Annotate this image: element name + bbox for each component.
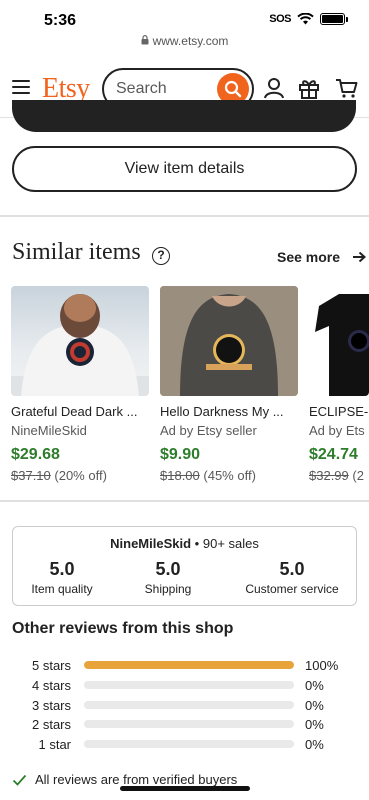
stat-value: 5.0 [49, 559, 75, 579]
gift-icon[interactable] [297, 76, 321, 100]
item-shop: Ad by Etsy seller [160, 423, 257, 438]
rating-label: 5 stars [31, 658, 71, 673]
wifi-icon [297, 13, 314, 25]
product-image[interactable] [11, 286, 149, 396]
shop-sales: 90+ sales [202, 536, 259, 551]
stat-label: Customer service [245, 582, 339, 596]
strikethrough-price: $32.99 [309, 468, 349, 483]
similar-item-card[interactable]: Hello Darkness My ... Ad by Etsy seller … [160, 286, 298, 483]
rating-percent: 0% [305, 717, 324, 732]
status-bar: 5:36 SOS [0, 0, 369, 34]
rating-percent: 0% [305, 678, 324, 693]
rating-label: 4 stars [31, 678, 71, 693]
search-icon [224, 80, 242, 98]
strikethrough-price: $18.00 [160, 468, 200, 483]
item-original-price: $32.99 (2 [309, 468, 369, 483]
shop-name[interactable]: NineMileSkid [110, 536, 191, 551]
url-text: www.etsy.com [152, 34, 229, 48]
similar-item-card[interactable]: Grateful Dead Dark ... NineMileSkid $29.… [11, 286, 149, 483]
rating-percent: 0% [305, 737, 324, 752]
rating-percent: 100% [305, 658, 339, 673]
section-divider [0, 215, 369, 217]
battery-icon [320, 13, 348, 25]
rating-label: 2 stars [31, 717, 71, 732]
rating-percent: 0% [305, 698, 324, 713]
rating-row-2[interactable]: 2 stars 0% [0, 716, 369, 732]
discount-label: (45% off) [203, 468, 256, 483]
home-indicator[interactable] [120, 786, 250, 791]
rating-bar [84, 661, 294, 669]
stat-shipping: 5.0 Shipping [123, 559, 213, 596]
item-shop: NineMileSkid [11, 423, 87, 438]
verified-text: All reviews are from verified buyers [35, 772, 238, 787]
product-image[interactable] [160, 286, 298, 396]
item-title: ECLIPSE- [309, 404, 369, 419]
stat-value: 5.0 [279, 559, 305, 579]
view-item-details-button[interactable]: View item details [12, 146, 357, 192]
account-icon[interactable] [262, 76, 286, 100]
shop-summary: NineMileSkid • 90+ sales [13, 536, 356, 551]
similar-items-heading: Similar items [12, 239, 141, 265]
arrow-right-icon [353, 251, 367, 263]
rating-label: 1 star [38, 737, 71, 752]
discount-label: (2 [352, 468, 364, 483]
item-price: $24.74 [309, 446, 358, 463]
rating-row-5[interactable]: 5 stars 100% [0, 657, 369, 673]
strikethrough-price: $37.10 [11, 468, 51, 483]
rating-bar [84, 740, 294, 748]
rating-row-1[interactable]: 1 star 0% [0, 736, 369, 752]
see-more-link[interactable]: See more [277, 249, 367, 265]
checkmark-icon [12, 774, 27, 786]
menu-icon[interactable] [12, 80, 30, 94]
rating-bar-fill [84, 661, 294, 669]
item-price: $9.90 [160, 446, 201, 463]
add-to-cart-button[interactable] [12, 100, 356, 132]
cart-icon[interactable] [335, 76, 359, 100]
rating-row-3[interactable]: 3 stars 0% [0, 697, 369, 713]
verified-buyers-note: All reviews are from verified buyers [12, 772, 237, 787]
item-title: Hello Darkness My ... [160, 404, 284, 419]
item-original-price: $18.00 (45% off) [160, 468, 298, 483]
product-image[interactable] [309, 286, 369, 396]
item-shop: Ad by Ets [309, 423, 365, 438]
stat-customer-service: 5.0 Customer service [235, 559, 349, 596]
sos-indicator: SOS [269, 13, 291, 25]
lock-icon [141, 34, 149, 48]
see-more-label: See more [277, 249, 341, 265]
item-original-price: $37.10 (20% off) [11, 468, 149, 483]
similar-item-card[interactable]: ECLIPSE- Ad by Ets $24.74 $32.99 (2 [309, 286, 369, 483]
rating-row-4[interactable]: 4 stars 0% [0, 677, 369, 693]
stat-label: Item quality [31, 582, 93, 596]
status-time: 5:36 [44, 12, 77, 29]
section-divider [0, 500, 369, 502]
search-input[interactable] [116, 80, 206, 98]
discount-label: (20% off) [54, 468, 107, 483]
shop-stats-card: NineMileSkid • 90+ sales 5.0 Item qualit… [12, 526, 357, 606]
help-icon[interactable]: ? [152, 247, 170, 265]
rating-bar [84, 720, 294, 728]
reviews-heading: Other reviews from this shop [12, 620, 234, 637]
item-title: Grateful Dead Dark ... [11, 404, 138, 419]
rating-bar [84, 681, 294, 689]
stat-item-quality: 5.0 Item quality [13, 559, 111, 596]
item-price: $29.68 [11, 446, 60, 463]
status-icons: SOS [269, 13, 348, 25]
stat-value: 5.0 [155, 559, 181, 579]
url-bar[interactable]: www.etsy.com [0, 34, 369, 52]
rating-label: 3 stars [31, 698, 71, 713]
stat-label: Shipping [144, 582, 192, 596]
bullet-separator: • [194, 536, 200, 551]
rating-bar [84, 701, 294, 709]
